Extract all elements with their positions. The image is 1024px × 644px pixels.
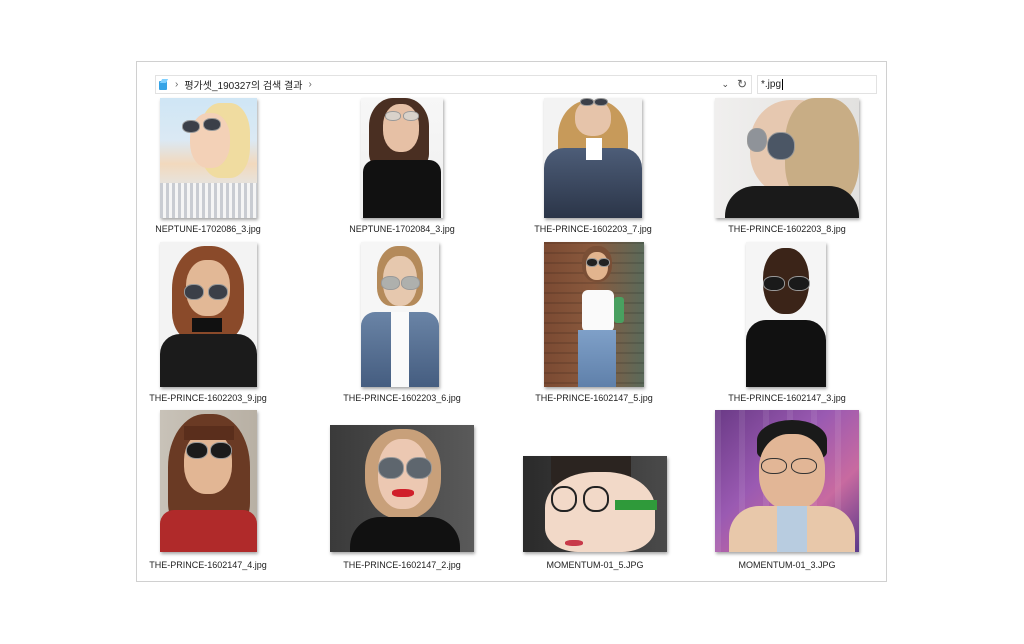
search-query: *.jpg <box>761 79 782 90</box>
thumbnail-image[interactable] <box>715 410 859 552</box>
breadcrumb[interactable]: 평가셋_190327의 검색 결과 <box>184 77 302 92</box>
thumbnail-image[interactable] <box>160 242 257 387</box>
chevron-down-icon[interactable]: ⌄ <box>721 79 729 90</box>
thumbnail-image[interactable] <box>160 410 257 552</box>
file-name[interactable]: THE-PRINCE-1602147_5.jpg <box>519 393 669 403</box>
breadcrumb-chevron-icon[interactable]: › <box>175 79 178 90</box>
thumbnail-image[interactable] <box>544 242 644 387</box>
thumbnail-image[interactable] <box>746 242 826 387</box>
thumbnail-image[interactable] <box>544 98 642 218</box>
thumbnail-image[interactable] <box>160 98 257 218</box>
text-caret <box>782 78 784 90</box>
thumbnail-image[interactable] <box>523 456 667 552</box>
file-name[interactable]: THE-PRINCE-1602203_9.jpg <box>133 393 283 403</box>
location-icon <box>159 80 169 90</box>
file-name[interactable]: NEPTUNE-1702084_3.jpg <box>327 224 477 234</box>
file-name[interactable]: THE-PRINCE-1602147_4.jpg <box>133 560 283 570</box>
file-explorer-window: › 평가셋_190327의 검색 결과 › ⌄ ↻ *.jpg NEPTUNE-… <box>136 61 887 582</box>
file-name[interactable]: THE-PRINCE-1602147_2.jpg <box>327 560 477 570</box>
thumbnail-image[interactable] <box>361 98 443 218</box>
thumbnail-image[interactable] <box>330 425 474 552</box>
file-name[interactable]: MOMENTUM-01_5.JPG <box>520 560 670 570</box>
file-name[interactable]: MOMENTUM-01_3.JPG <box>712 560 862 570</box>
search-input[interactable]: *.jpg <box>757 75 877 94</box>
thumbnail-image[interactable] <box>361 242 439 387</box>
file-name[interactable]: THE-PRINCE-1602203_7.jpg <box>518 224 668 234</box>
file-name[interactable]: NEPTUNE-1702086_3.jpg <box>133 224 283 234</box>
address-bar[interactable]: › 평가셋_190327의 검색 결과 › ⌄ ↻ <box>155 75 752 94</box>
refresh-icon[interactable]: ↻ <box>737 77 747 91</box>
thumbnail-image[interactable] <box>715 98 859 218</box>
file-name[interactable]: THE-PRINCE-1602203_6.jpg <box>327 393 477 403</box>
file-name[interactable]: THE-PRINCE-1602147_3.jpg <box>712 393 862 403</box>
breadcrumb-chevron-icon[interactable]: › <box>308 79 311 90</box>
file-name[interactable]: THE-PRINCE-1602203_8.jpg <box>712 224 862 234</box>
